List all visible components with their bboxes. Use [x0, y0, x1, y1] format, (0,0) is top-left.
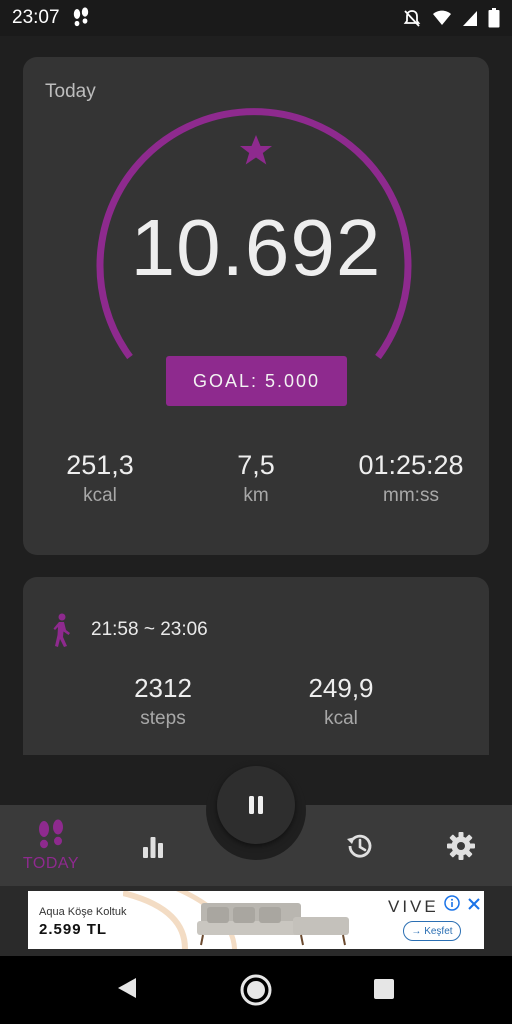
today-stats: 251,3 kcal 7,5 km 01:25:28 mm:ss — [23, 450, 489, 520]
nav-settings[interactable] — [441, 805, 481, 886]
gear-icon — [447, 831, 475, 860]
ad-title: Aqua Köşe Koltuk — [39, 906, 127, 918]
ad-info-icon[interactable] — [444, 895, 460, 911]
duration-stat: 01:25:28 mm:ss — [336, 450, 486, 507]
history-icon — [347, 834, 372, 858]
calories-unit: kcal — [83, 485, 117, 506]
home-icon[interactable] — [239, 973, 273, 1007]
nav-today-label: TODAY — [22, 854, 80, 872]
ad-brand: VIVE — [388, 897, 439, 916]
distance-stat: 7,5 km — [181, 450, 331, 507]
walking-person-icon — [53, 613, 70, 647]
session-calories-stat: 249,9 kcal — [261, 673, 421, 730]
duration-unit: mm:ss — [383, 485, 439, 506]
distance-value: 7,5 — [237, 450, 275, 480]
steps-count: 10.692 — [130, 203, 382, 292]
session-card[interactable]: 21:58 ~ 23:06 2312 steps 249,9 kcal — [23, 577, 489, 755]
battery-icon — [488, 8, 500, 28]
signal-icon — [463, 11, 477, 26]
sofa-image — [197, 903, 349, 946]
session-steps-value: 2312 — [134, 673, 192, 703]
session-calories-value: 249,9 — [308, 673, 374, 703]
calories-value: 251,3 — [66, 450, 134, 480]
status-time: 23:07 — [12, 7, 60, 28]
ad-close-icon[interactable] — [466, 896, 482, 912]
back-icon[interactable] — [116, 976, 138, 1000]
system-nav-bar — [0, 956, 512, 1024]
pause-icon — [249, 796, 263, 814]
wifi-icon — [433, 10, 451, 25]
ad-price: 2.599 TL — [39, 921, 108, 938]
goal-button[interactable]: GOAL: 5.000 — [166, 356, 347, 406]
recents-icon[interactable] — [373, 978, 395, 1000]
nav-today[interactable]: TODAY — [20, 805, 82, 886]
footsteps-icon — [39, 819, 63, 848]
calories-stat: 251,3 kcal — [25, 450, 175, 507]
pause-button[interactable] — [217, 766, 295, 844]
nav-stats[interactable] — [133, 805, 173, 886]
footsteps-notification-icon — [73, 7, 88, 27]
bar-chart-icon — [143, 836, 163, 858]
star-icon — [240, 135, 272, 165]
mute-bell-icon — [403, 10, 421, 27]
session-steps-stat: 2312 steps — [83, 673, 243, 730]
session-time-range: 21:58 ~ 23:06 — [91, 619, 208, 640]
ad-cta-button[interactable]: → Keşfet — [403, 921, 461, 941]
distance-unit: km — [243, 485, 269, 506]
duration-value: 01:25:28 — [358, 450, 464, 480]
nav-history[interactable] — [339, 805, 379, 886]
session-steps-unit: steps — [140, 708, 186, 729]
status-bar: 23:07 — [0, 0, 512, 36]
ad-area: Aqua Köşe Koltuk 2.599 TL VIVE → Keşfet — [0, 886, 512, 956]
session-calories-unit: kcal — [324, 708, 358, 729]
ad-banner[interactable]: Aqua Köşe Koltuk 2.599 TL VIVE → Keşfet — [28, 891, 484, 949]
today-card: Today 10.692 GOAL: 5.000 251,3 kcal 7,5 … — [23, 57, 489, 555]
